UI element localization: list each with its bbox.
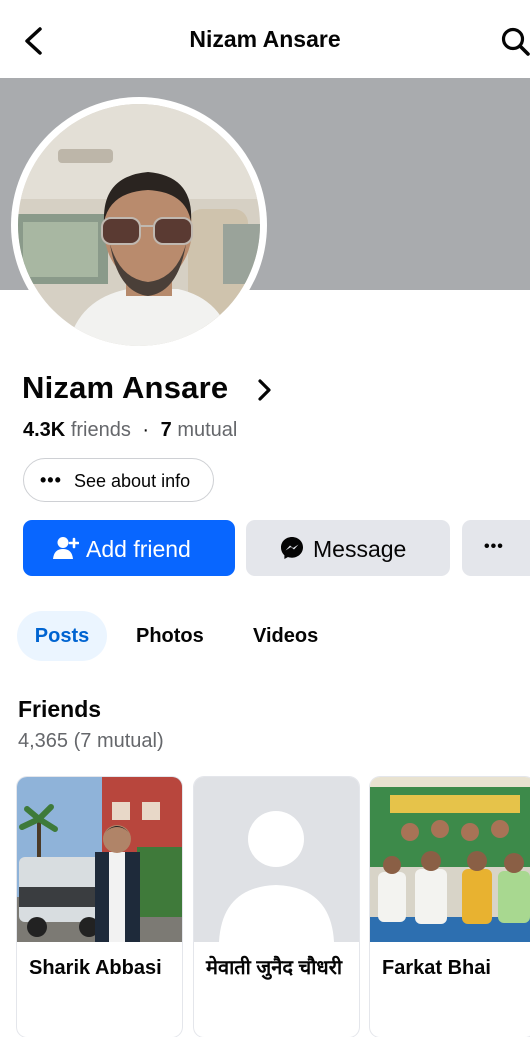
messenger-icon xyxy=(281,537,303,559)
add-person-icon xyxy=(53,537,79,559)
add-friend-label: Add friend xyxy=(86,536,191,562)
chevron-right-icon[interactable] xyxy=(254,377,276,403)
friend-name[interactable]: मेवाती जुनैद चौधरी xyxy=(206,954,351,983)
search-icon[interactable] xyxy=(500,26,530,58)
add-friend-button[interactable]: Add friend xyxy=(23,520,235,576)
tab-videos[interactable]: Videos xyxy=(253,611,318,661)
friend-name[interactable]: Farkat Bhai xyxy=(382,954,527,983)
friend-card[interactable]: Farkat Bhai xyxy=(370,777,530,1037)
mutual-count[interactable]: 7 xyxy=(161,419,172,441)
top-bar: Nizam Ansare xyxy=(0,0,530,80)
more-options-button[interactable]: ••• xyxy=(462,520,530,576)
friend-photo xyxy=(17,777,182,942)
page-title: Nizam Ansare xyxy=(189,26,341,52)
more-dots-icon: ••• xyxy=(40,470,62,490)
see-about-info-button[interactable]: ••• See about info xyxy=(23,458,214,502)
friend-photo xyxy=(370,777,530,942)
friends-section-title: Friends xyxy=(18,696,102,722)
see-about-info-label: See about info xyxy=(74,471,191,491)
friends-section-count: 4,365 (7 mutual) xyxy=(18,730,164,752)
tab-posts[interactable]: Posts xyxy=(17,611,107,661)
friends-count[interactable]: 4.3K xyxy=(23,419,65,441)
friend-stats: 4.3K friends · 7 mutual xyxy=(23,419,237,442)
tab-photos[interactable]: Photos xyxy=(136,611,204,661)
message-button[interactable]: Message xyxy=(246,520,450,576)
mutual-label[interactable]: mutual xyxy=(177,419,237,441)
profile-name[interactable]: Nizam Ansare xyxy=(22,370,228,406)
friend-card[interactable]: Sharik Abbasi xyxy=(17,777,182,1037)
profile-picture[interactable] xyxy=(18,104,260,346)
friends-label[interactable]: friends xyxy=(71,419,131,441)
default-avatar-icon xyxy=(194,777,359,942)
stats-separator: · xyxy=(142,419,150,441)
more-dots-icon: ••• xyxy=(484,538,504,555)
friend-name[interactable]: Sharik Abbasi xyxy=(29,954,174,983)
message-label: Message xyxy=(313,536,407,562)
friend-card[interactable]: मेवाती जुनैद चौधरी xyxy=(194,777,359,1037)
